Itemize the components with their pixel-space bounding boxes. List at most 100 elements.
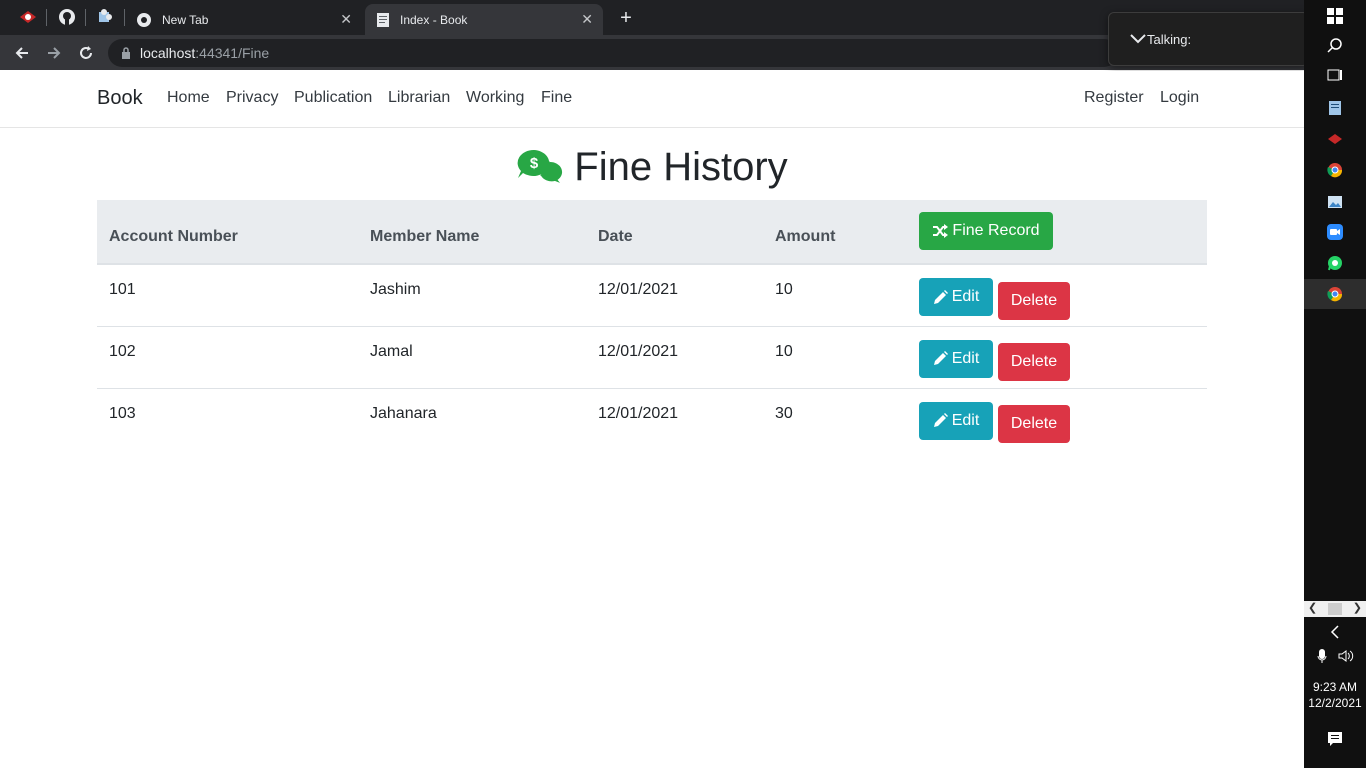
column-header-member: Member Name — [358, 200, 586, 265]
nav-link-privacy[interactable]: Privacy — [226, 89, 278, 107]
column-header-amount: Amount — [763, 200, 907, 265]
cell-account: 101 — [109, 281, 136, 298]
search-button[interactable] — [1323, 33, 1347, 57]
tab-index-book[interactable]: Index - Book ✕ — [365, 4, 603, 35]
pinned-tab-app[interactable] — [14, 5, 42, 29]
app-icon — [20, 11, 36, 23]
task-view-icon — [1327, 69, 1342, 81]
url-text: localhost:44341/Fine — [140, 45, 269, 61]
taskbar-app-chrome-active[interactable] — [1323, 282, 1347, 306]
scroll-right-icon[interactable]: ❯ — [1353, 601, 1362, 614]
clock-date: 12/2/2021 — [1308, 696, 1362, 710]
tab-separator — [85, 9, 86, 26]
nav-link-home[interactable]: Home — [167, 89, 210, 107]
zoom-icon — [1327, 224, 1343, 240]
notification-icon — [1328, 732, 1342, 746]
chrome-icon — [1327, 287, 1343, 302]
nav-link-working[interactable]: Working — [466, 89, 524, 107]
new-tab-button[interactable]: + — [614, 6, 638, 30]
show-hidden-icons-button[interactable] — [1323, 620, 1347, 644]
microphone-button[interactable] — [1310, 644, 1334, 668]
tab-separator — [46, 9, 47, 26]
taskbar-app-whatsapp[interactable] — [1323, 251, 1347, 275]
address-bar[interactable]: localhost:44341/Fine — [108, 39, 1118, 67]
reload-icon — [80, 46, 92, 59]
action-center-button[interactable] — [1323, 727, 1347, 751]
shuffle-icon — [933, 224, 949, 238]
taskbar-app-chrome[interactable] — [1323, 158, 1347, 182]
arrow-left-icon — [15, 47, 28, 59]
delete-button[interactable]: Delete — [998, 405, 1070, 443]
fine-record-button[interactable]: Fine Record — [919, 212, 1053, 250]
chevron-down-icon[interactable] — [1129, 30, 1147, 48]
system-clock[interactable]: 9:23 AM 12/2/2021 — [1304, 679, 1366, 711]
cell-date: 12/01/2021 — [586, 387, 763, 450]
close-icon[interactable]: ✕ — [581, 11, 593, 28]
forward-button[interactable] — [41, 40, 67, 66]
site-navbar: Book Home Privacy Publication Librarian … — [0, 71, 1304, 128]
nav-link-librarian[interactable]: Librarian — [388, 89, 450, 107]
cell-amount: 10 — [775, 281, 793, 298]
taskbar-app-dev[interactable] — [1323, 127, 1347, 151]
column-header-account: Account Number — [97, 200, 358, 265]
cell-account: 102 — [97, 325, 358, 388]
clock-time: 9:23 AM — [1312, 680, 1358, 694]
delete-button[interactable]: Delete — [998, 281, 1070, 320]
talking-popup: Talking: — [1108, 12, 1309, 66]
fine-table: Account Number Member Name Date Amount F… — [97, 200, 1207, 450]
chrome-icon — [1327, 163, 1343, 178]
nav-link-fine[interactable]: Fine — [541, 89, 572, 107]
back-button[interactable] — [9, 40, 35, 66]
url-host: localhost — [140, 45, 196, 61]
close-icon[interactable]: ✕ — [340, 11, 352, 28]
fine-record-label: Fine Record — [952, 222, 1040, 239]
cell-member: Jahanara — [358, 387, 586, 450]
arrow-right-icon — [48, 47, 61, 59]
delete-label: Delete — [1010, 353, 1058, 370]
nav-link-login[interactable]: Login — [1160, 89, 1199, 107]
cell-date: 12/01/2021 — [598, 281, 679, 298]
svg-text:$: $ — [530, 155, 539, 172]
scroll-thumb[interactable] — [1328, 603, 1342, 615]
lock-icon — [122, 47, 130, 59]
edit-label: Edit — [951, 349, 980, 367]
edit-button[interactable]: Edit — [919, 278, 993, 316]
tab-new-tab[interactable]: New Tab ✕ — [128, 4, 362, 35]
cell-amount: 10 — [763, 325, 907, 388]
talking-label: Talking: — [1147, 31, 1192, 47]
page-header: $ Fine History — [0, 145, 1304, 190]
taskbar-scrollbar[interactable]: ❮ ❯ — [1304, 601, 1366, 617]
table-row: 102 Jamal 12/01/2021 10 Edit Delete — [97, 325, 1207, 388]
task-view-button[interactable] — [1323, 63, 1347, 87]
volume-button[interactable] — [1334, 644, 1358, 668]
pencil-icon — [933, 351, 948, 365]
app-icon — [1328, 134, 1342, 144]
reload-button[interactable] — [73, 40, 99, 66]
edit-label: Edit — [951, 411, 980, 429]
document-icon — [377, 12, 389, 27]
windows-icon — [1327, 8, 1343, 24]
taskbar-app-photos[interactable] — [1323, 190, 1347, 214]
delete-label: Delete — [1010, 291, 1058, 309]
nav-link-register[interactable]: Register — [1084, 89, 1144, 107]
chrome-icon — [137, 12, 151, 27]
cell-actions: Edit Delete — [907, 325, 1207, 388]
delete-button[interactable]: Delete — [998, 343, 1070, 381]
start-button[interactable] — [1323, 4, 1347, 28]
edit-button[interactable]: Edit — [919, 339, 993, 378]
url-path: :44341/Fine — [195, 45, 270, 61]
nav-link-publication[interactable]: Publication — [294, 89, 372, 107]
edit-button[interactable]: Edit — [919, 401, 993, 440]
taskbar-app-zoom[interactable] — [1323, 220, 1347, 244]
pencil-icon — [933, 289, 948, 304]
taskbar-app-notepad[interactable] — [1323, 96, 1347, 120]
pencil-icon — [933, 413, 948, 427]
windows-taskbar: ❮ ❯ 9:23 AM 12/2/2021 — [1304, 0, 1366, 768]
microphone-icon — [1317, 649, 1327, 663]
navbar-brand[interactable]: Book — [97, 87, 143, 110]
scroll-left-icon[interactable]: ❮ — [1308, 601, 1317, 614]
pinned-tab-github[interactable] — [53, 5, 81, 29]
cell-member: Jashim — [370, 281, 421, 298]
pinned-tab-extension[interactable] — [92, 5, 120, 29]
whatsapp-icon — [1328, 256, 1342, 271]
